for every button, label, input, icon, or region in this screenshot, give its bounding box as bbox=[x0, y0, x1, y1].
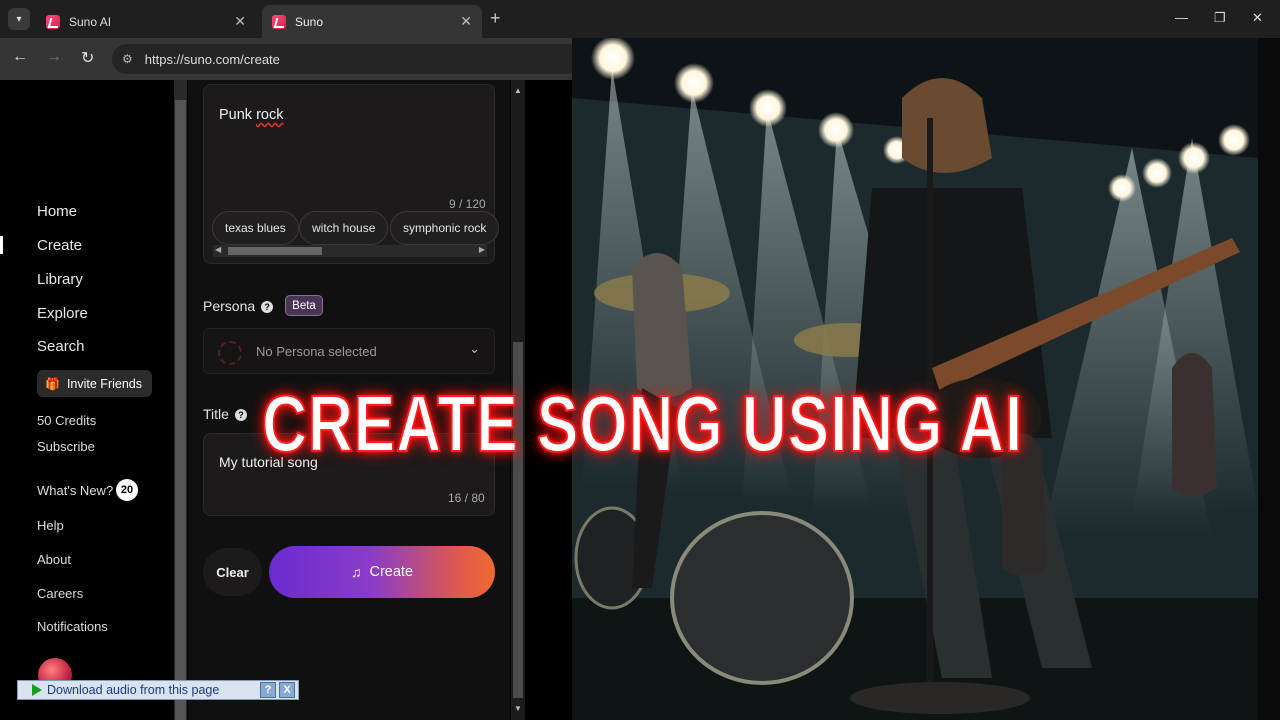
create-label: Create bbox=[369, 564, 414, 580]
sidebar: Home Create Library Explore Search 🎁 Inv… bbox=[0, 80, 172, 720]
credits-label: 50 Credits bbox=[37, 413, 97, 428]
window-close-icon[interactable]: ✕ bbox=[1252, 10, 1263, 26]
notifications-link[interactable]: Notifications bbox=[37, 619, 108, 634]
persona-placeholder: No Persona selected bbox=[256, 344, 377, 359]
invite-label: Invite Friends bbox=[66, 376, 142, 391]
sidebar-item-create[interactable]: Create bbox=[37, 237, 82, 254]
style-counter: 9 / 120 bbox=[449, 197, 486, 211]
scroll-right-arrow-icon[interactable]: ▶ bbox=[479, 245, 485, 254]
title-counter: 16 / 80 bbox=[448, 491, 485, 505]
persona-select[interactable]: No Persona selected ⌄ bbox=[203, 328, 495, 374]
sidebar-scrollbar[interactable] bbox=[174, 80, 187, 720]
style-box[interactable]: Punk rock 9 / 120 texas blues witch hous… bbox=[203, 84, 500, 264]
active-indicator bbox=[0, 236, 3, 254]
style-chip[interactable]: texas blues bbox=[212, 211, 299, 245]
sidebar-item-home[interactable]: Home bbox=[37, 203, 77, 220]
minimize-icon[interactable]: — bbox=[1175, 10, 1188, 25]
sidebar-item-library[interactable]: Library bbox=[37, 271, 83, 288]
tab-title: Suno AI bbox=[69, 14, 112, 29]
site-info-icon[interactable]: ⚙ bbox=[122, 52, 133, 66]
music-note-icon: ♫ bbox=[350, 564, 362, 580]
page-scrollbar[interactable] bbox=[1258, 38, 1280, 720]
persona-placeholder-icon bbox=[218, 341, 242, 365]
close-icon[interactable]: X bbox=[279, 682, 295, 698]
tab-search-button[interactable]: ▾ bbox=[8, 8, 30, 30]
download-label[interactable]: Download audio from this page bbox=[47, 683, 260, 697]
subscribe-link[interactable]: Subscribe bbox=[37, 439, 95, 454]
help-link[interactable]: Help bbox=[37, 518, 64, 533]
chevron-down-icon: ⌄ bbox=[469, 341, 480, 356]
persona-label-row: Persona? bbox=[203, 298, 274, 314]
style-chip[interactable]: symphonic rock bbox=[390, 211, 500, 245]
forward-icon[interactable]: → bbox=[46, 48, 62, 66]
suno-favicon-icon bbox=[46, 14, 60, 29]
close-icon[interactable]: ✕ bbox=[234, 13, 246, 30]
screen: ▾ Suno AI ✕ Suno ✕ + — ❐ ✕ ← → ↻ ⚙ https… bbox=[0, 0, 1280, 720]
scroll-up-arrow-icon[interactable]: ▲ bbox=[514, 86, 522, 95]
play-icon bbox=[32, 684, 42, 696]
scrollbar-thumb[interactable] bbox=[228, 247, 322, 255]
sidebar-item-search[interactable]: Search bbox=[37, 338, 85, 355]
create-button[interactable]: ♫ Create bbox=[269, 546, 495, 598]
download-audio-bar[interactable]: Download audio from this page ? X bbox=[17, 680, 299, 700]
clear-button[interactable]: Clear bbox=[203, 548, 262, 596]
style-input[interactable]: Punk rock bbox=[219, 107, 284, 123]
suno-favicon-icon bbox=[272, 14, 286, 29]
help-icon[interactable]: ? bbox=[261, 301, 274, 314]
new-tab-icon[interactable]: + bbox=[490, 8, 501, 29]
reload-icon[interactable]: ↻ bbox=[81, 48, 94, 68]
title-label-row: Title? bbox=[203, 406, 247, 422]
chips-scrollbar[interactable]: ◀ ▶ bbox=[213, 245, 487, 257]
style-value-prefix: Punk bbox=[219, 107, 257, 123]
close-icon[interactable]: ✕ bbox=[460, 13, 472, 30]
browser-toolbar: ← → ↻ ⚙ https://suno.com/create bbox=[0, 38, 582, 80]
notification-count-badge: 20 bbox=[116, 479, 138, 501]
title-label: Title bbox=[203, 406, 229, 422]
beta-badge: Beta bbox=[285, 295, 323, 316]
help-icon[interactable]: ? bbox=[260, 682, 276, 698]
scroll-down-arrow-icon[interactable]: ▼ bbox=[514, 704, 522, 713]
back-icon[interactable]: ← bbox=[12, 48, 28, 66]
help-icon[interactable]: ? bbox=[234, 409, 247, 422]
scroll-left-arrow-icon[interactable]: ◀ bbox=[215, 245, 221, 254]
about-link[interactable]: About bbox=[37, 552, 71, 567]
tab-suno-ai[interactable]: Suno AI ✕ bbox=[36, 5, 256, 38]
style-chip[interactable]: witch house bbox=[299, 211, 389, 245]
browser-tabbar: ▾ Suno AI ✕ Suno ✕ + — ❐ ✕ bbox=[0, 0, 1280, 38]
invite-friends-button[interactable]: 🎁 Invite Friends bbox=[37, 370, 152, 397]
tab-suno[interactable]: Suno ✕ bbox=[262, 5, 482, 38]
careers-link[interactable]: Careers bbox=[37, 586, 83, 601]
style-value-suffix: rock bbox=[256, 107, 284, 123]
scrollbar-thumb[interactable] bbox=[175, 100, 186, 720]
address-bar[interactable]: ⚙ https://suno.com/create bbox=[112, 44, 582, 74]
thumbnail-headline: CREATE SONG USING AI bbox=[261, 378, 1023, 469]
gift-icon: 🎁 bbox=[45, 376, 60, 391]
whats-new-link[interactable]: What's New? bbox=[37, 483, 113, 498]
sidebar-item-explore[interactable]: Explore bbox=[37, 305, 88, 322]
tab-title: Suno bbox=[295, 14, 324, 29]
persona-label: Persona bbox=[203, 298, 256, 314]
url-text: https://suno.com/create bbox=[144, 51, 280, 67]
restore-icon[interactable]: ❐ bbox=[1214, 10, 1226, 26]
